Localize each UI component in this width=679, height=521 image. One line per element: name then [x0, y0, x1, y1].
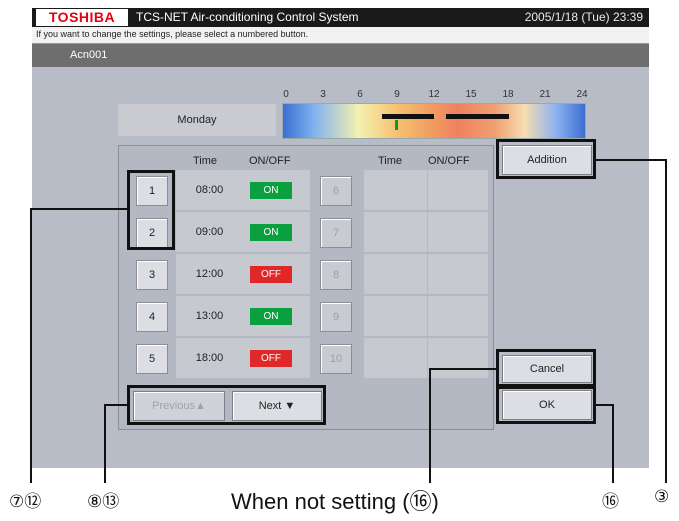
day-label-box: Monday	[118, 104, 276, 136]
highlight-addition	[496, 139, 596, 179]
highlight-ok	[496, 386, 596, 424]
time-header: Time	[193, 155, 218, 167]
callout-line	[429, 368, 431, 483]
callout-line	[429, 368, 497, 370]
scale-label: 18	[502, 89, 514, 100]
row-time: 13:00	[195, 310, 224, 322]
column-divider	[427, 170, 428, 378]
highlight-numbered-buttons	[127, 170, 175, 250]
schedule-6-button[interactable]: 6	[320, 176, 352, 206]
time-header-right: Time	[378, 155, 403, 167]
table-row	[364, 212, 488, 252]
schedule-5-button[interactable]: 5	[136, 344, 168, 374]
callout-line	[104, 404, 106, 483]
on-badge: ON	[250, 182, 292, 199]
schedule-9-button[interactable]: 9	[320, 302, 352, 332]
scale-label: 0	[283, 89, 289, 100]
schedule-10-button[interactable]: 10	[320, 344, 352, 374]
unit-bar: Acn001	[32, 44, 649, 67]
callout-line	[104, 404, 128, 406]
callout-line	[30, 208, 32, 483]
schedule-8-button[interactable]: 8	[320, 260, 352, 290]
callout-line	[595, 404, 613, 406]
highlight-page-buttons	[127, 385, 326, 425]
scale-label: 15	[465, 89, 477, 100]
scale-label: 6	[357, 89, 363, 100]
scale-label: 12	[428, 89, 440, 100]
scale-label: 3	[320, 89, 326, 100]
on-badge: ON	[250, 224, 292, 241]
off-badge: OFF	[250, 266, 292, 283]
timeline-on-segment	[446, 114, 509, 119]
callout-16: ⑯	[602, 492, 619, 512]
scale-label: 21	[539, 89, 551, 100]
table-row	[364, 338, 488, 378]
off-badge: OFF	[250, 350, 292, 367]
title-bar: TOSHIBA TCS-NET Air-conditioning Control…	[32, 8, 649, 27]
callout-line	[595, 159, 667, 161]
scale-label: 24	[576, 89, 588, 100]
callout-line	[612, 404, 614, 483]
table-row	[364, 254, 488, 294]
row-time: 08:00	[195, 184, 224, 196]
schedule-timeline	[282, 103, 586, 139]
row-time: 12:00	[195, 268, 224, 280]
schedule-3-button[interactable]: 3	[136, 260, 168, 290]
unit-name: Acn001	[70, 49, 108, 61]
callout-line	[30, 208, 128, 210]
schedule-7-button[interactable]: 7	[320, 218, 352, 248]
toshiba-logo: TOSHIBA	[36, 9, 128, 26]
callout-7-12: ⑦⑫	[9, 492, 42, 512]
onoff-header: ON/OFF	[249, 155, 291, 167]
timeline-on-segment	[382, 114, 434, 119]
current-time-marker	[395, 120, 398, 130]
callout-line	[665, 159, 667, 483]
callout-3: ③	[654, 487, 670, 507]
callout-not-setting: When not setting (⑯)	[231, 489, 439, 514]
app-title: TCS-NET Air-conditioning Control System	[136, 10, 359, 24]
scale-label: 9	[394, 89, 400, 100]
onoff-header-right: ON/OFF	[428, 155, 470, 167]
highlight-cancel	[496, 349, 596, 387]
table-row	[364, 170, 488, 210]
on-badge: ON	[250, 308, 292, 325]
datetime: 2005/1/18 (Tue) 23:39	[524, 10, 643, 24]
message-bar: If you want to change the settings, plea…	[32, 27, 649, 44]
callout-8-13: ⑧⑬	[87, 492, 120, 512]
table-row	[364, 296, 488, 336]
row-time: 18:00	[195, 352, 224, 364]
row-time: 09:00	[195, 226, 224, 238]
day-label: Monday	[177, 114, 217, 126]
message-text: If you want to change the settings, plea…	[36, 29, 309, 39]
schedule-4-button[interactable]: 4	[136, 302, 168, 332]
